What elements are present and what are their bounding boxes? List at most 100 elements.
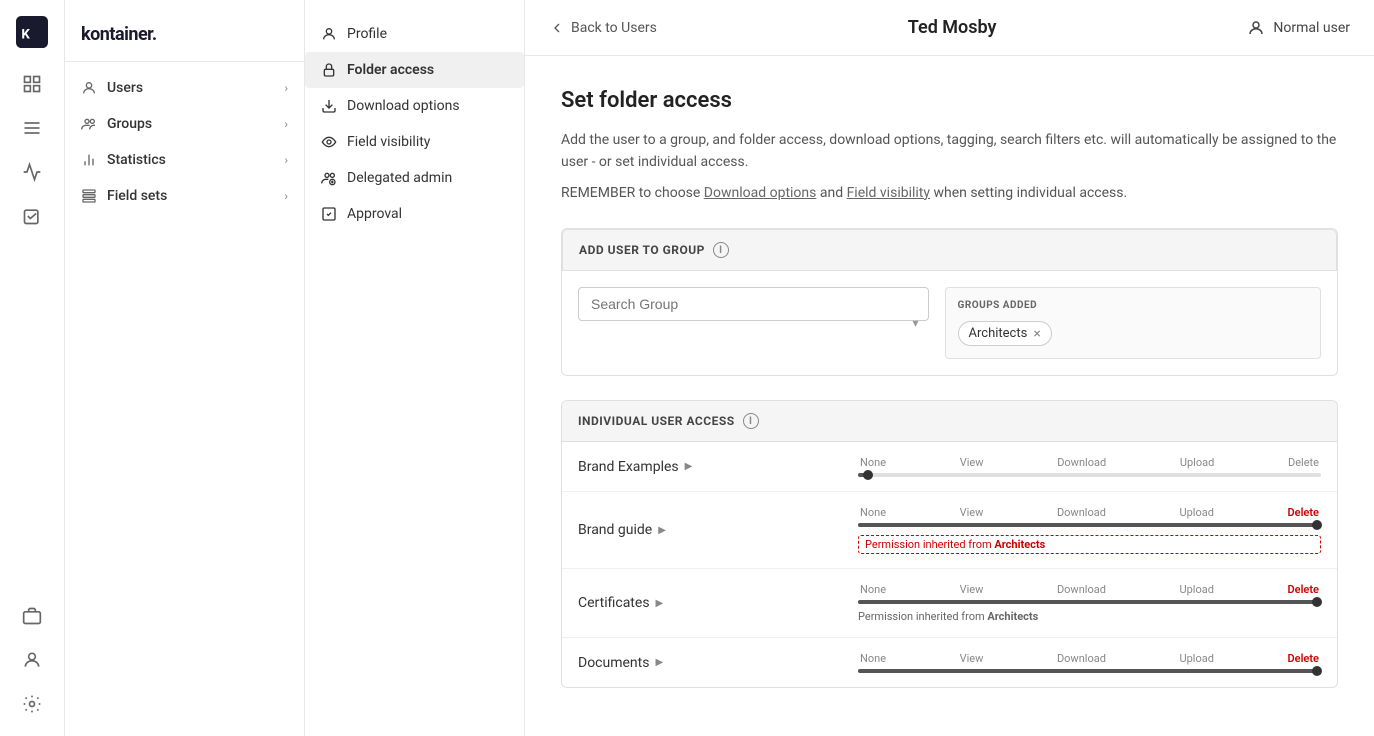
section-description: Add the user to a group, and folder acce…: [561, 129, 1338, 174]
eye-icon: [321, 134, 337, 150]
main-content: Back to Users Ted Mosby Normal user Set …: [525, 0, 1374, 736]
table-row: Brand Examples ▶ None View Download Uplo…: [562, 442, 1337, 492]
subnav-item-delegated-admin[interactable]: Delegated admin: [305, 160, 524, 196]
section-title: Set folder access: [561, 88, 1338, 113]
sidebar-label-fieldsets: Field sets: [107, 188, 167, 204]
nav-icon-list[interactable]: [12, 108, 52, 148]
search-group-input[interactable]: [578, 287, 929, 321]
back-to-users-button[interactable]: Back to Users: [549, 20, 657, 36]
folder-label: Brand Examples: [578, 459, 679, 475]
add-user-group-header: ADD USER TO GROUP i: [562, 229, 1337, 271]
user-role-label: Normal user: [1273, 20, 1350, 36]
subnav-item-approval[interactable]: Approval: [305, 196, 524, 232]
header: Back to Users Ted Mosby Normal user: [525, 0, 1374, 56]
add-user-group-label: ADD USER TO GROUP: [579, 243, 705, 257]
sidebar-item-fieldsets[interactable]: Field sets ›: [65, 178, 304, 214]
fields-icon: [81, 188, 97, 204]
subnav-label-field-visibility: Field visibility: [347, 134, 430, 150]
slider-labels: None View Download Upload Delete: [858, 652, 1321, 665]
sidebar-label-groups: Groups: [107, 116, 152, 132]
slider-area-brand-examples: None View Download Upload Delete: [858, 456, 1321, 477]
slider-fill: [858, 669, 1321, 673]
sidebar-item-groups[interactable]: Groups ›: [65, 106, 304, 142]
inherited-badge-dashed: Permission inherited from Architects: [858, 535, 1321, 554]
expand-icon[interactable]: ▶: [655, 657, 663, 668]
slider-track: [858, 473, 1321, 477]
sidebar-item-users[interactable]: Users ›: [65, 70, 304, 106]
user-avatar-icon: [1247, 19, 1265, 37]
table-row: Documents ▶ None View Download Upload De…: [562, 638, 1337, 687]
slider-area-brand-guide: None View Download Upload Delete Permiss…: [858, 506, 1321, 554]
sidebar-label-users: Users: [107, 80, 143, 96]
slider-fill: [858, 600, 1321, 604]
slider-labels: None View Download Upload Delete: [858, 506, 1321, 519]
group-body: ▾ GROUPS ADDED Architects ×: [562, 271, 1337, 375]
folder-name-brand-guide: Brand guide ▶: [578, 522, 858, 538]
slider-fill: [858, 523, 1321, 527]
nav-icon-settings[interactable]: [12, 684, 52, 724]
desc2-and: and: [816, 185, 846, 201]
groups-added-label: GROUPS ADDED: [958, 300, 1309, 311]
add-user-group-info-icon[interactable]: i: [713, 242, 729, 258]
back-icon: [549, 20, 565, 36]
subnav-label-profile: Profile: [347, 26, 387, 42]
slider-labels: None View Download Upload Delete: [858, 583, 1321, 596]
folder-label: Brand guide: [578, 522, 652, 538]
sidebar-item-statistics[interactable]: Statistics ›: [65, 142, 304, 178]
expand-icon[interactable]: ▶: [656, 598, 664, 609]
individual-access-label: INDIVIDUAL USER ACCESS: [578, 414, 735, 428]
add-user-group-section: ADD USER TO GROUP i ▾ GROUPS ADDED Archi…: [561, 228, 1338, 376]
slider-area-certificates: None View Download Upload Delete Permiss…: [858, 583, 1321, 623]
subnav-item-download-options[interactable]: Download options: [305, 88, 524, 124]
slider-thumb[interactable]: [1312, 666, 1322, 676]
access-table: Brand Examples ▶ None View Download Uplo…: [562, 442, 1337, 687]
inherited-badge: Permission inherited from Architects: [858, 610, 1321, 623]
content-area: Set folder access Add the user to a grou…: [525, 56, 1374, 736]
logo-text: kontainer.: [81, 24, 157, 45]
person-icon: [321, 26, 337, 42]
slider-thumb[interactable]: [1312, 597, 1322, 607]
download-options-link[interactable]: Download options: [704, 185, 817, 201]
chevron-icon-users: ›: [284, 81, 288, 95]
back-label: Back to Users: [571, 20, 657, 36]
nav-icon-grid[interactable]: [12, 64, 52, 104]
approval-icon: [321, 206, 337, 222]
folder-name-certificates: Certificates ▶: [578, 595, 858, 611]
search-group-wrapper: ▾: [578, 287, 929, 359]
folder-label: Documents: [578, 655, 649, 671]
folder-name-brand-examples: Brand Examples ▶: [578, 459, 858, 475]
subnav-label-download-options: Download options: [347, 98, 460, 114]
user-info: Normal user: [1247, 19, 1350, 37]
nav-icon-check[interactable]: [12, 196, 52, 236]
download-icon: [321, 98, 337, 114]
group-tag-close-icon[interactable]: ×: [1033, 327, 1040, 341]
nav-icon-briefcase[interactable]: [12, 596, 52, 636]
table-row: Brand guide ▶ None View Download Upload …: [562, 492, 1337, 569]
table-row: Certificates ▶ None View Download Upload…: [562, 569, 1337, 638]
logo: K: [12, 12, 52, 52]
chevron-icon-fieldsets: ›: [284, 189, 288, 203]
user-icon: [81, 80, 97, 96]
slider-area-documents: None View Download Upload Delete: [858, 652, 1321, 673]
individual-access-info-icon[interactable]: i: [743, 413, 759, 429]
subnav-item-profile[interactable]: Profile: [305, 16, 524, 52]
slider-thumb[interactable]: [1312, 520, 1322, 530]
individual-access-header: INDIVIDUAL USER ACCESS i: [562, 401, 1337, 442]
field-visibility-link[interactable]: Field visibility: [847, 185, 930, 201]
slider-track: [858, 523, 1321, 527]
desc2-prefix: REMEMBER to choose: [561, 185, 704, 201]
slider-labels: None View Download Upload Delete: [858, 456, 1321, 469]
subnav-item-folder-access[interactable]: Folder access: [305, 52, 524, 88]
subnav-label-folder-access: Folder access: [347, 62, 434, 78]
nav-icon-user-circle[interactable]: [12, 640, 52, 680]
nav-icon-chart[interactable]: [12, 152, 52, 192]
individual-access-section: INDIVIDUAL USER ACCESS i Brand Examples …: [561, 400, 1338, 688]
subnav-item-field-visibility[interactable]: Field visibility: [305, 124, 524, 160]
expand-icon[interactable]: ▶: [658, 525, 666, 536]
slider-thumb[interactable]: [863, 470, 873, 480]
svg-text:K: K: [21, 28, 30, 43]
group-icon: [81, 116, 97, 132]
folder-label: Certificates: [578, 595, 650, 611]
expand-icon[interactable]: ▶: [685, 461, 693, 472]
subnav-label-approval: Approval: [347, 206, 402, 222]
